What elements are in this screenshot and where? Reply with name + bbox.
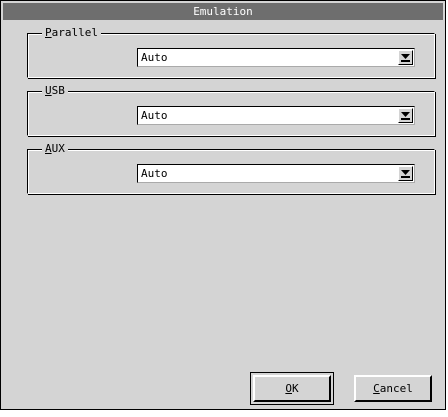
parallel-group: Parallel Auto [27,26,435,78]
aux-label: AUX [42,142,68,156]
usb-group: USB Auto [27,84,435,136]
aux-group: AUX Auto [27,142,435,194]
title-bar: Emulation [3,3,443,20]
dropdown-arrow-icon[interactable] [398,50,413,65]
usb-label: USB [42,84,68,98]
aux-emulation-select[interactable]: Auto [137,164,415,183]
emulation-dialog: Emulation Parallel Auto USB Auto AUX Aut… [0,0,446,410]
parallel-selected-value: Auto [141,51,168,64]
window-title: Emulation [193,5,253,18]
aux-selected-value: Auto [141,167,168,180]
parallel-label: Parallel [42,26,101,40]
cancel-button[interactable]: Cancel [354,375,432,402]
parallel-emulation-select[interactable]: Auto [137,48,415,67]
usb-emulation-select[interactable]: Auto [137,106,415,125]
dropdown-arrow-icon[interactable] [398,108,413,123]
dropdown-arrow-icon[interactable] [398,166,413,181]
ok-button[interactable]: OK [253,375,331,402]
usb-selected-value: Auto [141,109,168,122]
